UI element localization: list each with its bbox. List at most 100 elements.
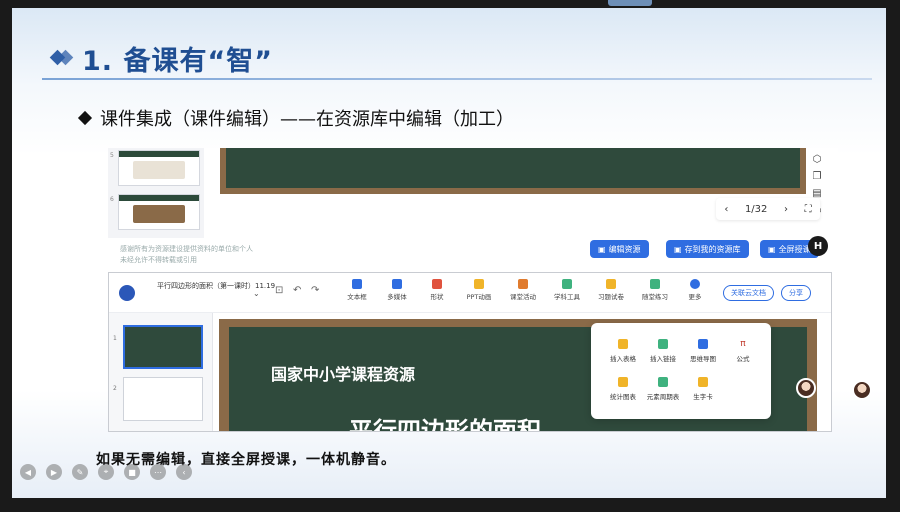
share-button[interactable]: 分享 xyxy=(781,285,811,301)
tool-label: 学科工具 xyxy=(554,293,580,301)
textbox-icon xyxy=(352,279,362,289)
canvas-lesson-title[interactable]: 平行四边形的面积 xyxy=(349,411,541,431)
tool-label: 课堂活动 xyxy=(510,293,536,301)
toolbar-practice[interactable]: 随堂练习 xyxy=(635,279,675,301)
tool-label: PPT动画 xyxy=(466,293,492,301)
related-cloud-doc-button[interactable]: 关联云文档 xyxy=(723,285,774,301)
bullet-diamond-icon xyxy=(77,110,93,126)
app-logo-icon xyxy=(119,285,135,301)
tool-label: 文本框 xyxy=(347,293,367,301)
viewer-thumbnail-strip: 5 6 xyxy=(108,148,204,238)
h-logo-badge: H xyxy=(808,236,828,256)
menu-label: 元素周期表 xyxy=(646,393,680,401)
avatar[interactable] xyxy=(852,380,872,400)
chart-icon xyxy=(618,377,628,387)
viewer-thumb[interactable] xyxy=(118,150,200,186)
shape-icon xyxy=(432,279,442,289)
thumb-number: 6 xyxy=(110,196,114,203)
menu-label: 插入链接 xyxy=(650,355,676,363)
toolbar-media[interactable]: 多媒体 xyxy=(377,279,417,301)
undo-icon[interactable]: ↶ xyxy=(293,285,301,296)
slide-number: 2 xyxy=(113,385,117,392)
menu-insert-table[interactable]: 插入表格 xyxy=(601,339,645,363)
camera-icon[interactable]: ■ xyxy=(124,464,140,480)
next-icon[interactable]: ▶ xyxy=(46,464,62,480)
menu-label: 插入表格 xyxy=(610,355,636,363)
menu-statistics-chart[interactable]: 统计图表 xyxy=(601,377,645,401)
redo-icon[interactable]: ↷ xyxy=(311,285,319,296)
button-label: 存到我的资源库 xyxy=(684,244,741,254)
link-icon xyxy=(658,339,668,349)
tool-label: 形状 xyxy=(430,293,444,301)
slide-thumb-active[interactable] xyxy=(123,325,203,369)
more-menu-dropdown: 插入表格 插入链接 思维导图 π 公式 统计图表 元素周期表 生字卡 xyxy=(591,323,771,419)
notice-line: 感谢所有为资源建设提供资料的单位和个人 xyxy=(120,245,253,253)
edit-resource-button[interactable]: ▣ 编辑资源 xyxy=(590,240,649,258)
title-divider xyxy=(42,78,872,80)
bullet-row: 课件集成（课件编辑）——在资源库中编辑（加工） xyxy=(77,105,514,131)
activity-icon xyxy=(518,279,528,289)
exercise-icon xyxy=(606,279,616,289)
menu-word-card[interactable]: 生字卡 xyxy=(681,377,725,401)
menu-label: 思维导图 xyxy=(690,355,716,363)
subject-tool-icon xyxy=(562,279,572,289)
more-icon xyxy=(690,279,700,289)
chevron-down-icon[interactable]: ⌄ xyxy=(253,289,260,298)
toolbar-ppt-animation[interactable]: PPT动画 xyxy=(459,279,499,301)
tool-label: 多媒体 xyxy=(387,293,407,301)
media-icon xyxy=(392,279,402,289)
menu-label: 统计图表 xyxy=(610,393,636,401)
practice-icon xyxy=(650,279,660,289)
collapse-icon[interactable]: ‹ xyxy=(176,464,192,480)
button-label: 全屏授课 xyxy=(778,244,811,254)
mindmap-icon xyxy=(698,339,708,349)
menu-periodic-table[interactable]: 元素周期表 xyxy=(641,377,685,401)
thumb-number: 5 xyxy=(110,152,114,159)
copyright-notice: 感谢所有为资源建设提供资料的单位和个人 未经允许不得转载或引用 xyxy=(120,244,340,266)
resource-viewer-screenshot: 5 6 ⬡ ❐ ▤ ▭ ‹ 1/32 › ⛶ 感谢所有为资源建设提供资料的单位和… xyxy=(108,148,838,268)
pen-icon[interactable]: ✎ xyxy=(72,464,88,480)
slide: 1. 备课有“智” 课件集成（课件编辑）——在资源库中编辑（加工） 5 6 ⬡ … xyxy=(12,8,886,498)
slide-thumb[interactable] xyxy=(123,377,203,421)
tool-label: 更多 xyxy=(688,293,702,301)
prev-icon[interactable]: ◀ xyxy=(20,464,36,480)
toolbar-textbox[interactable]: 文本框 xyxy=(337,279,377,301)
avatar[interactable] xyxy=(796,378,816,398)
menu-mindmap[interactable]: 思维导图 xyxy=(681,339,725,363)
fullscreen-icon[interactable]: ⛶ xyxy=(805,204,812,215)
toolbar-class-activity[interactable]: 课堂活动 xyxy=(503,279,543,301)
presentation-stage: 1. 备课有“智” 课件集成（课件编辑）——在资源库中编辑（加工） 5 6 ⬡ … xyxy=(0,0,900,512)
pointer-icon[interactable]: ⌖ xyxy=(98,464,114,480)
slide-title-row: 1. 备课有“智” xyxy=(49,38,273,78)
slide-number: 1 xyxy=(113,335,117,342)
word-card-icon xyxy=(698,377,708,387)
slide-title: 1. 备课有“智” xyxy=(82,45,273,77)
page-indicator: 1/32 xyxy=(744,203,768,215)
tool-label: 随堂练习 xyxy=(642,293,668,301)
toolbar-more[interactable]: 更多 xyxy=(675,279,715,301)
next-page-icon[interactable]: › xyxy=(784,204,788,215)
menu-label: 生字卡 xyxy=(693,393,713,401)
tool-label: 习题试卷 xyxy=(598,293,624,301)
menu-insert-link[interactable]: 插入链接 xyxy=(641,339,685,363)
periodic-table-icon xyxy=(658,377,668,387)
folder-icon: ▣ xyxy=(674,244,682,254)
prev-page-icon[interactable]: ‹ xyxy=(724,204,728,215)
table-icon xyxy=(618,339,628,349)
editor-toolbar: 平行四边形的面积（第一课时）11.19 ⌄ ⊡ ↶ ↷ 文本框 多媒体 形状 P… xyxy=(109,273,831,313)
canvas-heading[interactable]: 国家中小学课程资源 xyxy=(271,361,415,385)
screen-icon: ▣ xyxy=(768,244,776,254)
cube-icon[interactable]: ⬡ xyxy=(813,154,822,165)
save-icon[interactable]: ⊡ xyxy=(275,285,283,296)
viewer-thumb[interactable] xyxy=(118,194,200,230)
more-dots-icon[interactable]: ⋯ xyxy=(150,464,166,480)
save-to-library-button[interactable]: ▣ 存到我的资源库 xyxy=(666,240,749,258)
toolbar-exercise[interactable]: 习题试卷 xyxy=(591,279,631,301)
notice-line: 未经允许不得转载或引用 xyxy=(120,256,197,264)
button-label: 编辑资源 xyxy=(608,244,641,254)
copy-icon[interactable]: ❐ xyxy=(813,171,822,182)
toolbar-subject-tool[interactable]: 学科工具 xyxy=(547,279,587,301)
menu-formula[interactable]: π 公式 xyxy=(721,339,765,363)
menu-label: 公式 xyxy=(736,355,750,363)
toolbar-shape[interactable]: 形状 xyxy=(417,279,457,301)
